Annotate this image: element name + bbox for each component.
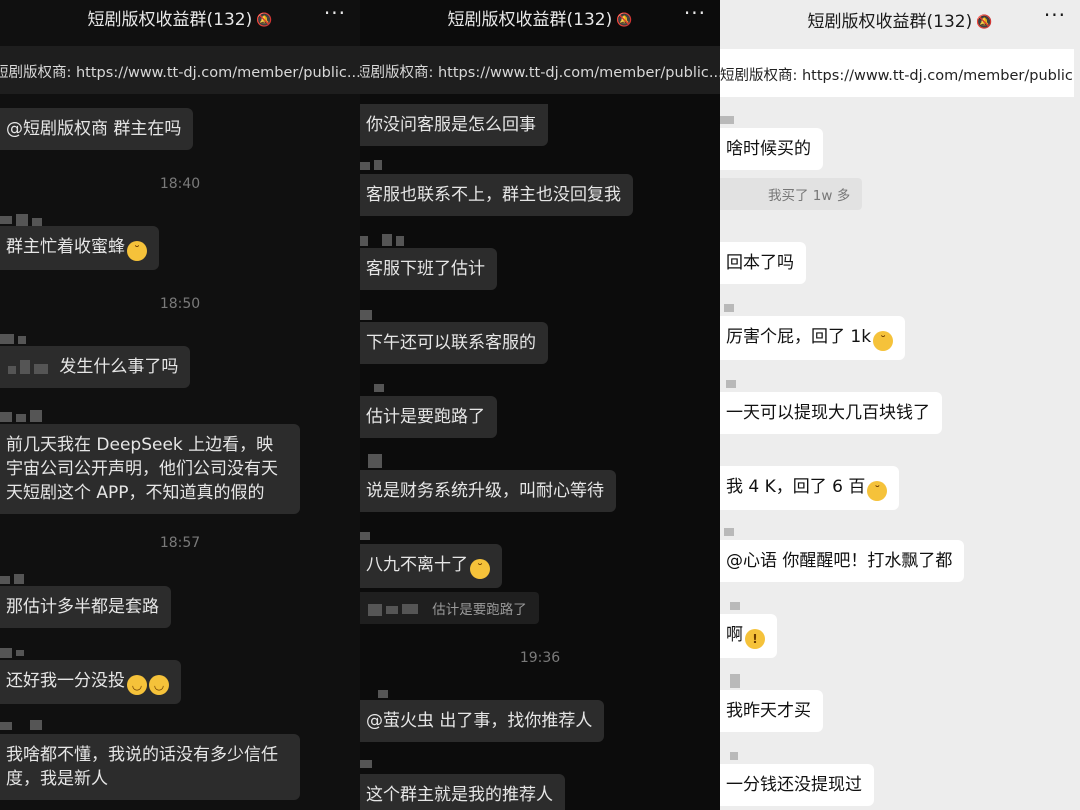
message-bubble[interactable]: @心语 你醒醒吧！打水飘了都: [720, 540, 965, 582]
message-bubble[interactable]: 回本了吗: [720, 242, 806, 284]
blurred-username: [360, 530, 390, 542]
message-bubble[interactable]: 我 4 K，回了 6 百 ˘: [720, 466, 900, 510]
blurred-username: [0, 410, 50, 424]
blurred-username: [0, 574, 30, 586]
message-text: 还好我一分没投: [6, 671, 125, 691]
chat-header: 短剧版权收益群(132) 🔕 ···: [360, 0, 720, 34]
blurred-username: [720, 114, 750, 126]
chat-title: 短剧版权收益群(132) 🔕: [0, 5, 360, 30]
emoji-icon: ˘: [127, 241, 147, 261]
message-bubble[interactable]: 前几天我在 DeepSeek 上边看，映宇宙公司公开声明，他们公司没有天天短剧这…: [0, 424, 300, 514]
message-bubble[interactable]: 我啥都不懂，我说的话没有多少信任度，我是新人: [0, 734, 300, 800]
blurred-username: [720, 526, 740, 538]
message-bubble[interactable]: 说是财务系统升级，叫耐心等待: [360, 470, 616, 512]
pinned-announcement[interactable]: 短剧版权商: https://www.tt-dj.com/member/publ…: [360, 46, 720, 94]
chat-panel-3: 短剧版权收益群(132) 🔕 ··· 短剧版权商: https://www.tt-…: [720, 0, 1080, 810]
emoji-icon: ◡: [149, 675, 169, 695]
chat-panel-2: 短剧版权收益群(132) 🔕 ··· 短剧版权商: https://www.tt-…: [360, 0, 720, 810]
blurred-username: [0, 720, 50, 732]
blurred-username: [720, 600, 750, 612]
message-bubble[interactable]: 这个群主就是我的推荐人: [360, 774, 565, 810]
bell-slash-icon: 🔕: [616, 13, 633, 28]
message-bubble[interactable]: 客服也联系不上，群主也没回复我: [360, 174, 633, 216]
more-dots-icon[interactable]: ···: [684, 1, 706, 25]
quoted-text: 估计是要跑路了: [432, 602, 527, 618]
more-dots-icon[interactable]: ···: [324, 1, 346, 25]
blurred-username: [360, 308, 390, 320]
blurred-mention: [368, 602, 428, 616]
message-text: 啊: [726, 625, 743, 645]
blurred-username: [360, 758, 390, 770]
message-bubble[interactable]: 客服下班了估计: [360, 248, 497, 290]
message-bubble[interactable]: 一天可以提现大几百块钱了: [720, 392, 942, 434]
message-text: 群主忙着收蜜蜂: [6, 237, 125, 257]
chat-title-text: 短剧版权收益群(132): [87, 10, 253, 30]
quoted-message[interactable]: 我买了 1w 多: [720, 178, 863, 210]
message-bubble[interactable]: 啥时候买的: [720, 128, 823, 170]
message-text: 发生什么事了吗: [59, 357, 179, 377]
message-text: 八九不离十了: [366, 555, 468, 575]
blurred-mention: [8, 360, 54, 374]
blurred-username: [720, 302, 740, 314]
timestamp: 18:57: [159, 535, 201, 551]
bell-slash-icon: 🔕: [976, 15, 993, 30]
message-bubble[interactable]: 下午还可以联系客服的: [360, 322, 548, 364]
message-bubble[interactable]: 估计是要跑路了: [360, 396, 497, 438]
chat-panel-1: 短剧版权收益群(132) 🔕 ··· 短剧版权商: https://www.tt-…: [0, 0, 360, 810]
chat-title-text: 短剧版权收益群(132): [807, 12, 973, 32]
chat-title-text: 短剧版权收益群(132): [447, 10, 613, 30]
message-bubble[interactable]: 群主忙着收蜜蜂 ˘: [0, 226, 159, 270]
blurred-username: [0, 332, 50, 346]
chat-header: 短剧版权收益群(132) 🔕 ···: [720, 0, 1080, 34]
message-bubble[interactable]: 发生什么事了吗: [0, 346, 191, 388]
timestamp: 18:40: [159, 176, 201, 192]
message-bubble[interactable]: 八九不离十了 ˘: [360, 544, 502, 588]
blurred-username: [720, 672, 750, 688]
quoted-message[interactable]: 估计是要跑路了: [360, 592, 539, 624]
blurred-username: [360, 234, 410, 248]
emoji-icon: ˘: [867, 481, 888, 501]
message-text: 我 4 K，回了 6 百: [726, 477, 866, 497]
message-bubble[interactable]: @短剧版权商 群主在吗: [0, 108, 194, 150]
message-bubble[interactable]: @萤火虫 出了事，找你推荐人: [360, 700, 605, 742]
chat-title: 短剧版权收益群(132) 🔕: [360, 5, 720, 30]
message-bubble[interactable]: 你没问客服是怎么回事: [360, 104, 548, 146]
more-dots-icon[interactable]: ···: [1044, 3, 1066, 27]
blurred-username: [720, 750, 740, 762]
blurred-username: [360, 382, 390, 394]
message-bubble[interactable]: 啊!: [720, 614, 777, 658]
message-text: 厉害个屁，回了 1k: [726, 327, 872, 347]
pinned-announcement[interactable]: 短剧版权商: https://www.tt-dj.com/member/publ…: [0, 46, 360, 94]
chat-title: 短剧版权收益群(132) 🔕: [720, 7, 1080, 32]
timestamp: 19:36: [519, 650, 561, 666]
bell-slash-icon: 🔕: [256, 13, 273, 28]
timestamp: 18:50: [159, 296, 201, 312]
blurred-username: [360, 688, 390, 700]
blurred-username: [720, 378, 750, 390]
message-bubble[interactable]: 厉害个屁，回了 1k ˘: [720, 316, 906, 360]
blurred-username: [360, 454, 400, 468]
chat-header: 短剧版权收益群(132) 🔕 ···: [0, 0, 360, 34]
blurred-username: [0, 646, 30, 658]
emoji-icon: !: [745, 629, 765, 649]
emoji-icon: ˘: [873, 331, 894, 351]
blurred-username: [360, 160, 400, 172]
emoji-icon: ˘: [470, 559, 490, 579]
emoji-icon: ◡: [127, 675, 147, 695]
message-bubble[interactable]: 那估计多半都是套路: [0, 586, 171, 628]
message-bubble[interactable]: 我昨天才买: [720, 690, 823, 732]
message-bubble[interactable]: 一分钱还没提现过: [720, 764, 874, 806]
pinned-announcement[interactable]: 短剧版权商: https://www.tt-dj.com/member/publ…: [720, 49, 1074, 97]
message-bubble[interactable]: 还好我一分没投 ◡ ◡: [0, 660, 181, 704]
